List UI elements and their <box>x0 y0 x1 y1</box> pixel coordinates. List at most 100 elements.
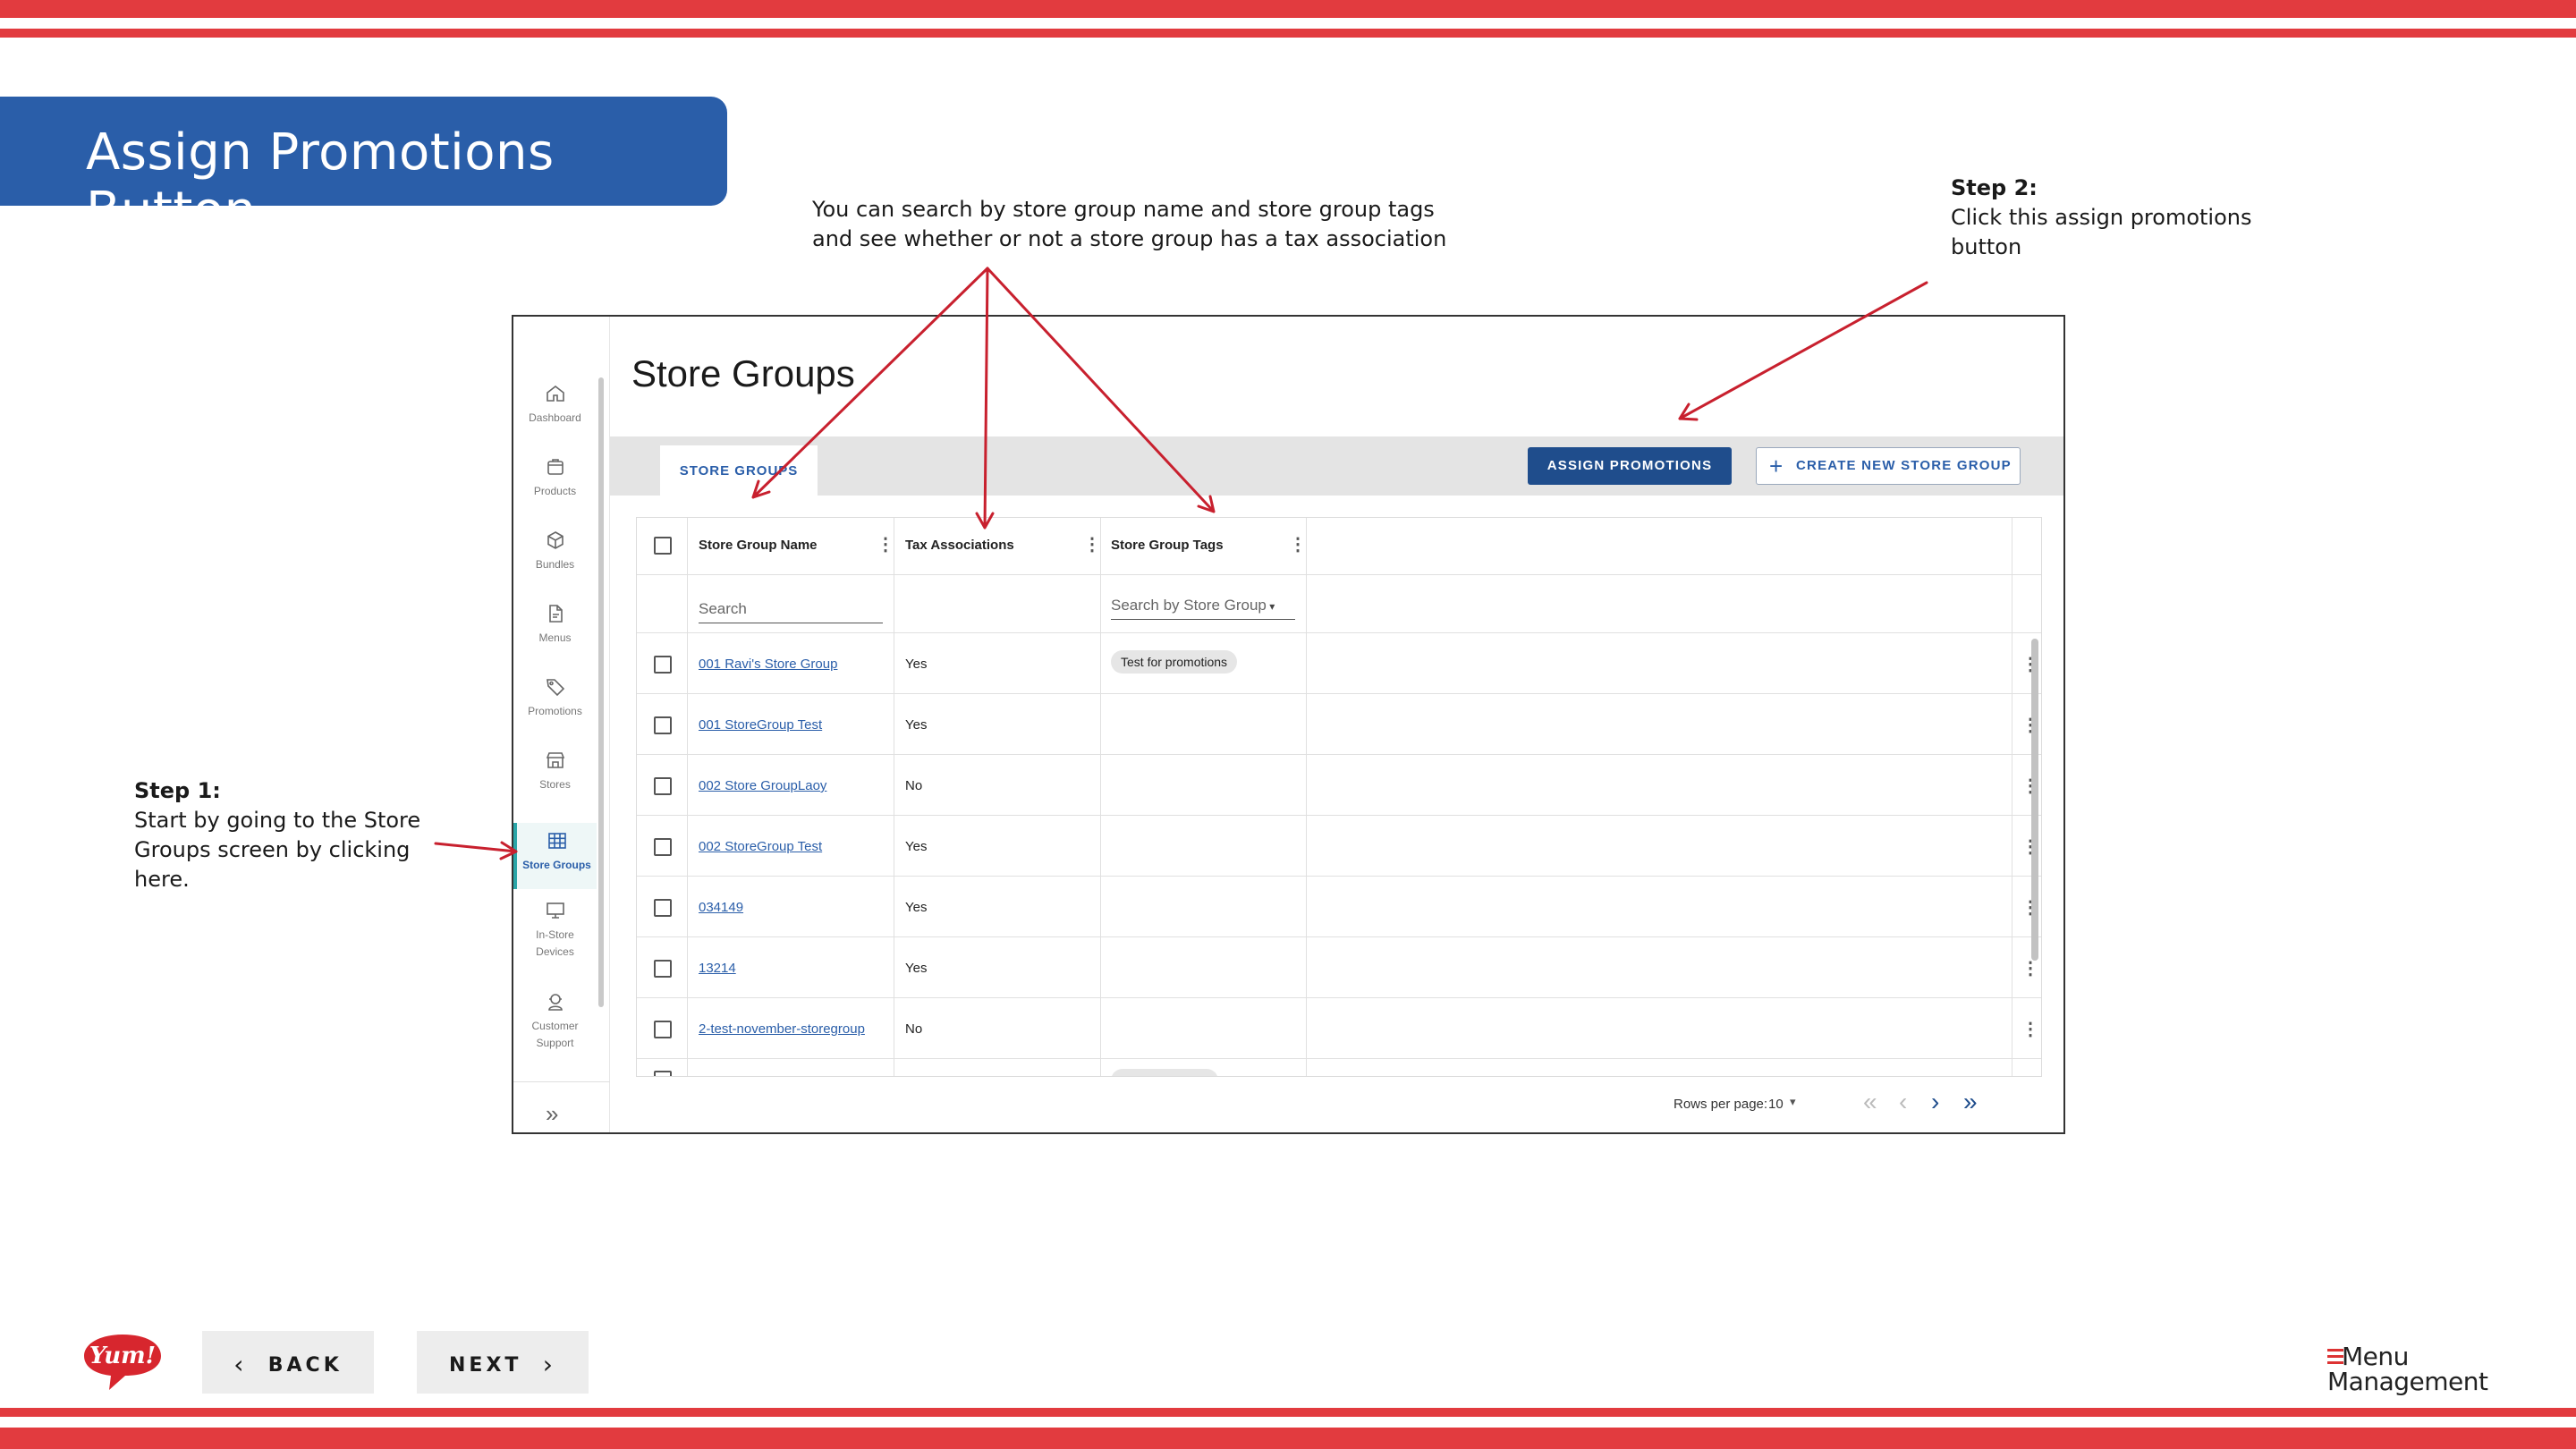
top-stripe-thin <box>0 29 2576 38</box>
dropdown-caret-icon[interactable]: ▾ <box>1790 1095 1796 1109</box>
rows-per-page-select[interactable]: 10 <box>1768 1097 1784 1112</box>
sidebar-label: Store Groups <box>522 859 591 871</box>
column-menu-icon[interactable]: ⋮ <box>1289 536 1307 554</box>
tax-association: Yes <box>905 657 928 672</box>
previous-page-icon[interactable]: ‹ <box>1899 1088 1907 1116</box>
next-label: NEXT <box>449 1353 522 1377</box>
page-title: Store Groups <box>631 352 855 394</box>
sidebar-item-products[interactable]: Products <box>513 456 597 500</box>
row-checkbox[interactable] <box>654 838 672 856</box>
create-new-store-group-button[interactable]: + CREATE NEW STORE GROUP <box>1756 447 2021 485</box>
expand-sidebar-icon[interactable]: » <box>546 1100 558 1128</box>
sidebar-item-store-groups[interactable]: Store Groups <box>513 823 597 889</box>
row-checkbox[interactable] <box>654 777 672 795</box>
row-checkbox[interactable] <box>654 1021 672 1038</box>
last-page-icon[interactable]: » <box>1963 1088 1978 1116</box>
store-group-name-link[interactable]: 001 Ravi's Store Group <box>699 657 837 672</box>
cube-icon <box>547 531 564 549</box>
next-page-icon[interactable]: › <box>1931 1088 1939 1116</box>
step1-line-2: Groups screen by clicking <box>134 837 411 862</box>
store-group-name-link[interactable]: 002 StoreGroup Test <box>699 839 822 854</box>
top-stripe <box>0 0 2576 18</box>
step2-line-1: Click this assign promotions <box>1951 205 2252 230</box>
bottom-stripe <box>0 1428 2576 1449</box>
column-divider <box>1306 518 1307 1076</box>
store-group-name-link[interactable]: 2-test-november-storegroup <box>699 1021 865 1037</box>
tax-association: Yes <box>905 839 928 854</box>
rows-per-page-label: Rows per page: <box>1674 1097 1768 1112</box>
tab-store-groups[interactable]: STORE GROUPS <box>660 445 818 496</box>
column-header-tax[interactable]: Tax Associations <box>905 538 1014 553</box>
column-menu-icon[interactable]: ⋮ <box>1083 536 1101 554</box>
row-divider <box>637 693 2041 694</box>
app-screenshot: Dashboard Products Bundles Menus Promoti… <box>512 315 2065 1134</box>
headset-icon <box>547 994 563 1011</box>
sidebar-label: Dashboard <box>529 411 581 424</box>
row-checkbox[interactable] <box>654 899 672 917</box>
slide: Assign Promotions Button You can search … <box>0 0 2576 1449</box>
column-header-tags[interactable]: Store Group Tags <box>1111 538 1224 553</box>
tax-association: No <box>905 778 923 793</box>
next-button[interactable]: NEXT › <box>417 1331 589 1394</box>
back-button[interactable]: ‹ BACK <box>202 1331 374 1394</box>
yum-logo: Yum! <box>84 1335 161 1390</box>
column-divider <box>1100 518 1101 1076</box>
plus-icon: + <box>1769 453 1784 479</box>
sidebar-label: Promotions <box>528 705 582 717</box>
row-menu-icon[interactable]: ⋮ <box>2021 960 2039 978</box>
step1-heading: Step 1: <box>134 778 221 803</box>
row-checkbox[interactable] <box>654 960 672 978</box>
sidebar-item-in-store-devices[interactable]: In-Store Devices <box>513 900 597 961</box>
filter-divider <box>637 632 2041 633</box>
assign-promotions-button[interactable]: ASSIGN PROMOTIONS <box>1528 447 1732 485</box>
tags-search-select[interactable]: Search by Store Group ▾ <box>1111 597 1295 620</box>
sidebar-scrollbar[interactable] <box>598 377 604 1007</box>
document-icon <box>548 605 563 623</box>
storefront-icon <box>546 752 564 768</box>
row-divider <box>637 997 2041 998</box>
chevron-right-icon: › <box>542 1349 556 1379</box>
store-group-name-link[interactable]: 002 Store GroupLaoy <box>699 778 826 793</box>
row-checkbox[interactable] <box>654 656 672 674</box>
store-group-name-link[interactable]: 001 StoreGroup Test <box>699 717 822 733</box>
first-page-icon[interactable]: « <box>1863 1088 1877 1116</box>
step1-line-3: here. <box>134 867 190 892</box>
tax-association: Yes <box>905 961 928 976</box>
row-menu-icon[interactable]: ⋮ <box>2021 1021 2039 1038</box>
select-all-checkbox[interactable] <box>654 537 672 555</box>
sidebar-label: Customer <box>531 1020 579 1032</box>
sidebar-label: Devices <box>536 945 574 958</box>
sidebar-label: Products <box>533 485 577 497</box>
sidebar-item-customer-support[interactable]: Customer Support <box>513 991 597 1052</box>
store-groups-table: Store Group Name ⋮ Tax Associations ⋮ St… <box>636 517 2042 1077</box>
column-header-name[interactable]: Store Group Name <box>699 538 818 553</box>
bottom-stripe-thin <box>0 1408 2576 1417</box>
sidebar-label: Support <box>536 1037 574 1049</box>
row-checkbox[interactable] <box>654 1071 672 1076</box>
search-note: You can search by store group name and s… <box>812 195 1446 254</box>
sidebar-item-stores[interactable]: Stores <box>513 750 597 793</box>
store-group-name-link[interactable]: 034149 <box>699 900 743 915</box>
tax-association: No <box>905 1021 923 1037</box>
sidebar-item-bundles[interactable]: Bundles <box>513 530 597 573</box>
pagination: Rows per page: 10 ▾ « ‹ › » <box>636 1077 2042 1132</box>
store-group-tag: Test for promotions <box>1111 650 1238 674</box>
search-note-line-2: and see whether or not a store group has… <box>812 226 1447 251</box>
tax-association: Yes <box>905 717 928 733</box>
row-divider <box>637 936 2041 937</box>
logo-line-2: Management <box>2327 1367 2488 1396</box>
chevron-left-icon: ‹ <box>233 1349 248 1379</box>
name-search-input[interactable]: Search <box>699 600 883 623</box>
column-menu-icon[interactable]: ⋮ <box>877 536 894 554</box>
sidebar-item-dashboard[interactable]: Dashboard <box>513 383 597 427</box>
store-group-name-link[interactable]: 13214 <box>699 961 736 976</box>
monitor-icon <box>546 902 564 919</box>
row-checkbox[interactable] <box>654 716 672 734</box>
step2-line-2: button <box>1951 234 2022 259</box>
sidebar-item-promotions[interactable]: Promotions <box>513 676 597 720</box>
sidebar-label: Stores <box>539 778 571 791</box>
tab-bar: STORE GROUPS ASSIGN PROMOTIONS + CREATE N… <box>610 436 2063 496</box>
sidebar: Dashboard Products Bundles Menus Promoti… <box>513 317 610 1132</box>
table-scrollbar[interactable] <box>2031 639 2038 961</box>
sidebar-item-menus[interactable]: Menus <box>513 603 597 647</box>
